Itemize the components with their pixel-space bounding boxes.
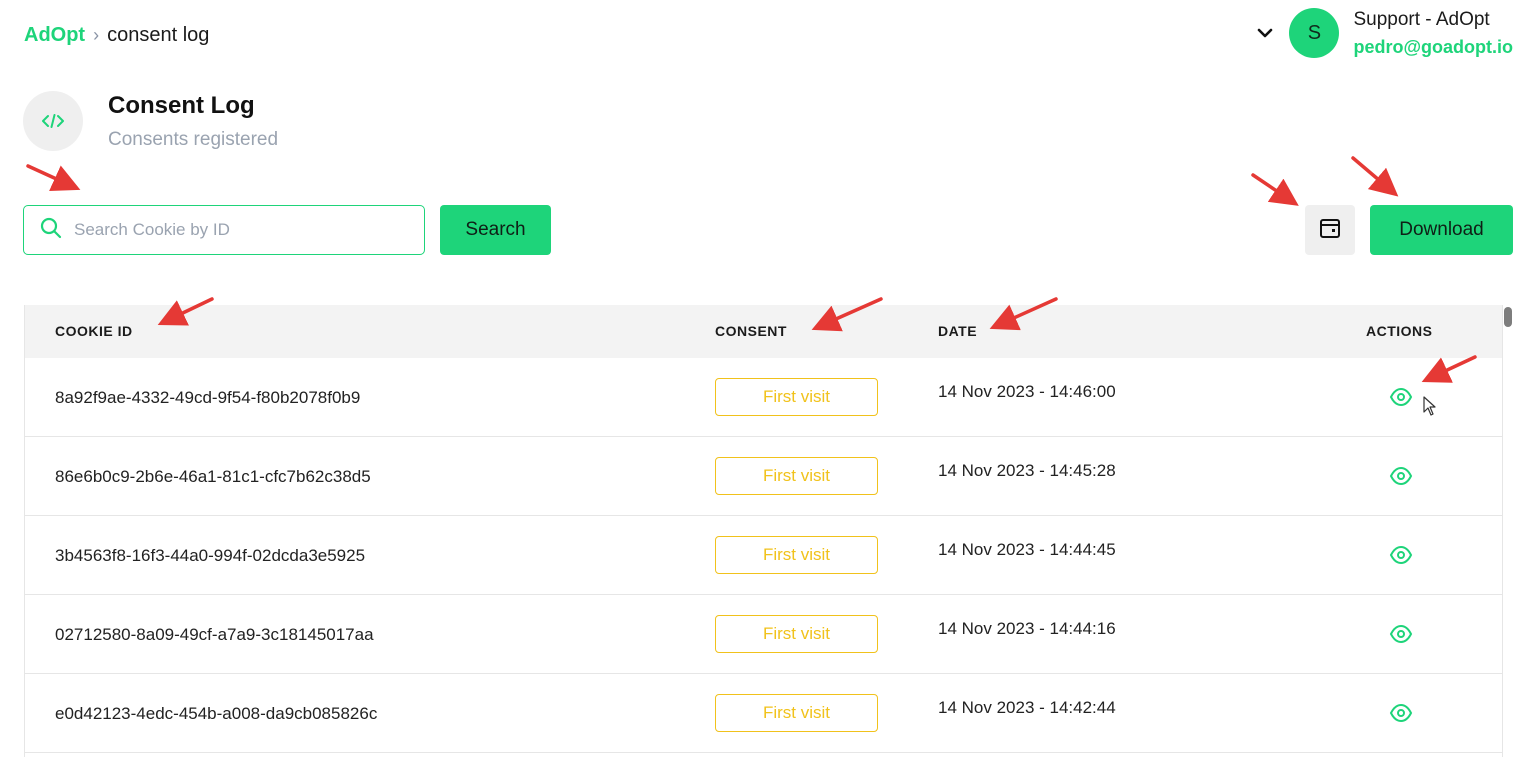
table-row: 8a92f9ae-4332-49cd-9f54-f80b2078f0b9 Fir… xyxy=(25,358,1502,437)
cookie-id-cell: 86e6b0c9-2b6e-46a1-81c1-cfc7b62c38d5 xyxy=(55,467,371,486)
consent-badge: First visit xyxy=(715,378,878,416)
date-cell: 14 Nov 2023 - 14:45:28 xyxy=(938,461,1116,480)
arrow-search xyxy=(26,164,81,192)
table-scrollbar[interactable] xyxy=(1503,305,1513,757)
user-email: pedro@goadopt.io xyxy=(1353,36,1513,57)
table-row: 3b4563f8-16f3-44a0-994f-02dcda3e5925 Fir… xyxy=(25,516,1502,595)
date-cell: 14 Nov 2023 - 14:46:00 xyxy=(938,382,1116,401)
cookie-id-cell: e0d42123-4edc-454b-a008-da9cb085826c xyxy=(55,704,378,723)
search-input[interactable] xyxy=(74,220,404,240)
download-button[interactable]: Download xyxy=(1370,205,1513,255)
mouse-cursor-icon xyxy=(1423,396,1437,416)
date-cell: 14 Nov 2023 - 14:44:45 xyxy=(938,540,1116,559)
header-date: DATE xyxy=(938,323,978,339)
code-icon xyxy=(23,91,83,151)
table-row: 02712580-8a09-49cf-a7a9-3c18145017aa Fir… xyxy=(25,595,1502,674)
arrow-download xyxy=(1351,156,1399,197)
eye-icon[interactable] xyxy=(1389,466,1413,486)
search-field xyxy=(23,205,425,255)
page-title: Consent Log xyxy=(108,92,255,119)
consent-badge: First visit xyxy=(715,694,878,732)
breadcrumb-separator: › xyxy=(93,25,100,45)
avatar[interactable]: S xyxy=(1289,8,1340,58)
calendar-icon xyxy=(1319,217,1341,244)
table-row: e0d42123-4edc-454b-a008-da9cb085826c Fir… xyxy=(25,674,1502,753)
header-cookie-id: COOKIE ID xyxy=(55,323,133,339)
eye-icon[interactable] xyxy=(1389,545,1413,565)
cookie-id-cell: 02712580-8a09-49cf-a7a9-3c18145017aa xyxy=(55,625,374,644)
consent-badge: First visit xyxy=(715,615,878,653)
header-consent: CONSENT xyxy=(715,323,787,339)
calendar-button[interactable] xyxy=(1305,205,1355,255)
eye-icon[interactable] xyxy=(1389,387,1413,407)
breadcrumb-root-link[interactable]: AdOpt xyxy=(24,24,85,47)
user-menu: S Support - AdOpt pedro@goadopt.io xyxy=(1251,8,1513,58)
header-actions: ACTIONS xyxy=(1366,323,1433,339)
table-header: COOKIE ID CONSENT DATE ACTIONS xyxy=(25,305,1502,358)
consent-badge: First visit xyxy=(715,457,878,495)
search-button[interactable]: Search xyxy=(440,205,551,255)
page-subtitle: Consents registered xyxy=(108,129,279,150)
cookie-id-cell: 8a92f9ae-4332-49cd-9f54-f80b2078f0b9 xyxy=(55,388,361,407)
chevron-down-icon[interactable] xyxy=(1251,19,1279,47)
breadcrumb-current: consent log xyxy=(107,24,210,46)
table-row: 86e6b0c9-2b6e-46a1-81c1-cfc7b62c38d5 Fir… xyxy=(25,437,1502,516)
consent-badge: First visit xyxy=(715,536,878,574)
search-icon xyxy=(40,217,62,244)
consent-table: COOKIE ID CONSENT DATE ACTIONS 8a92f9ae-… xyxy=(24,305,1503,757)
eye-icon[interactable] xyxy=(1389,624,1413,644)
arrow-calendar xyxy=(1251,173,1299,206)
date-cell: 14 Nov 2023 - 14:42:44 xyxy=(938,698,1116,717)
user-name: Support - AdOpt xyxy=(1353,8,1490,30)
eye-icon[interactable] xyxy=(1389,703,1413,723)
scrollbar-thumb[interactable] xyxy=(1504,307,1512,327)
cookie-id-cell: 3b4563f8-16f3-44a0-994f-02dcda3e5925 xyxy=(55,546,366,565)
user-info: Support - AdOpt pedro@goadopt.io xyxy=(1353,9,1513,58)
breadcrumb: AdOpt › consent log xyxy=(24,24,209,47)
date-cell: 14 Nov 2023 - 14:44:16 xyxy=(938,619,1116,638)
